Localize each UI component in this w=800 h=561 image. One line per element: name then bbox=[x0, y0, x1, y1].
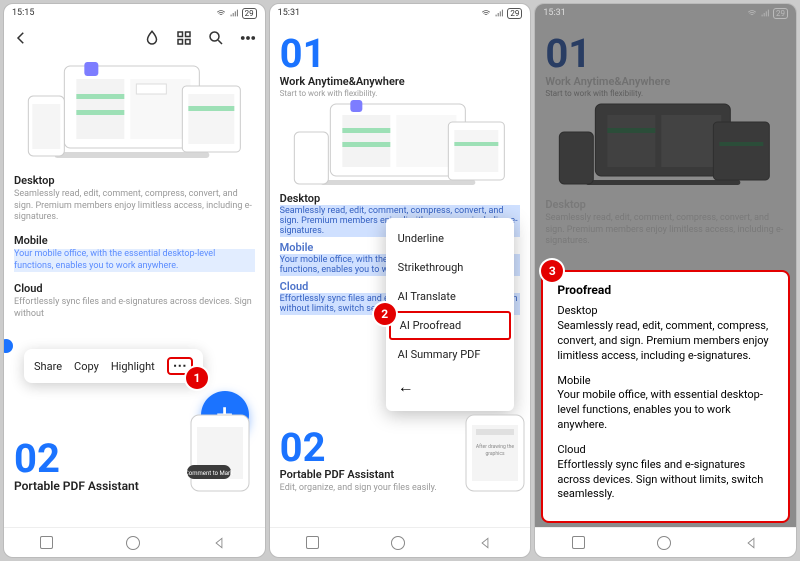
droplet-icon[interactable] bbox=[143, 29, 161, 47]
back-icon[interactable] bbox=[12, 29, 30, 47]
menu-ai-proofread[interactable]: AI Proofread bbox=[389, 311, 511, 340]
svg-text:After drawing the: After drawing the bbox=[476, 443, 515, 450]
search-icon[interactable] bbox=[207, 29, 225, 47]
nav-back[interactable] bbox=[212, 535, 228, 551]
cloud-para: Effortlessly sync files and e-signatures… bbox=[14, 297, 255, 320]
hero-devices-illustration bbox=[280, 98, 521, 188]
sheet-title: Proofread bbox=[557, 282, 774, 298]
menu-underline[interactable]: Underline bbox=[386, 224, 514, 253]
proofread-sheet[interactable]: Proofread Desktop Seamlessly read, edit,… bbox=[541, 270, 790, 523]
wifi-icon bbox=[216, 8, 226, 18]
ctx-highlight[interactable]: Highlight bbox=[111, 360, 155, 373]
status-time: 15:31 bbox=[278, 8, 300, 18]
desktop-heading: Desktop bbox=[280, 192, 521, 205]
cloud-heading: Cloud bbox=[14, 282, 255, 295]
svg-text:Comment to Mark: Comment to Mark bbox=[185, 470, 234, 477]
signal-icon bbox=[229, 8, 239, 18]
hero-devices-illustration bbox=[14, 54, 255, 164]
desktop-heading: Desktop bbox=[14, 174, 255, 187]
grid-icon[interactable] bbox=[175, 29, 193, 47]
nav-home[interactable] bbox=[126, 536, 140, 550]
status-bar: 15:31 29 bbox=[535, 4, 796, 22]
nav-home[interactable] bbox=[391, 536, 405, 550]
sheet-desktop-h: Desktop bbox=[557, 304, 774, 319]
section-01-title: Work Anytime&Anywhere bbox=[280, 75, 521, 88]
sheet-cloud-p: Effortlessly sync files and e-signatures… bbox=[557, 458, 763, 501]
phone-mock-illustration: Comment to Mark bbox=[185, 413, 255, 493]
menu-strikethrough[interactable]: Strikethrough bbox=[386, 253, 514, 282]
selection-handle-start[interactable] bbox=[4, 339, 13, 353]
status-time: 15:15 bbox=[12, 8, 34, 18]
android-navbar bbox=[535, 527, 796, 557]
android-navbar bbox=[270, 527, 531, 557]
sheet-desktop-p: Seamlessly read, edit, comment, compress… bbox=[557, 319, 768, 362]
battery-icon: 29 bbox=[507, 8, 522, 19]
menu-back-arrow[interactable]: ← bbox=[386, 369, 514, 405]
document-content[interactable]: Desktop Seamlessly read, edit, comment, … bbox=[4, 54, 265, 527]
section-01-sub: Start to work with flexibility. bbox=[280, 89, 521, 98]
phone-1: 15:15 29 bbox=[3, 3, 266, 558]
nav-back[interactable] bbox=[478, 535, 494, 551]
menu-ai-translate[interactable]: AI Translate bbox=[386, 282, 514, 311]
wifi-icon bbox=[747, 8, 757, 18]
section-01-header: 01 Work Anytime&Anywhere Start to work w… bbox=[280, 34, 521, 98]
status-time: 15:31 bbox=[543, 8, 565, 18]
section-01-num: 01 bbox=[280, 34, 521, 74]
sheet-mobile-p: Your mobile office, with essential deskt… bbox=[557, 388, 763, 431]
sheet-mobile-h: Mobile bbox=[557, 374, 774, 389]
status-bar: 15:15 29 bbox=[4, 4, 265, 22]
context-menu: Share Copy Highlight ⋯ bbox=[24, 349, 203, 383]
battery-icon: 29 bbox=[773, 8, 788, 19]
nav-recent[interactable] bbox=[306, 536, 319, 549]
toolbar bbox=[4, 22, 265, 54]
section-02: 02 Portable PDF Assistant Comment to Mar… bbox=[14, 433, 255, 493]
nav-recent[interactable] bbox=[40, 536, 53, 549]
ctx-share[interactable]: Share bbox=[34, 360, 62, 373]
document-content[interactable]: 01 Work Anytime&Anywhere Start to work w… bbox=[270, 22, 531, 527]
step-badge-2: 2 bbox=[374, 303, 396, 325]
phone-3: 15:31 29 01 Work Anytime&Anywhere Start … bbox=[534, 3, 797, 558]
text-action-menu: Underline Strikethrough AI Translate AI … bbox=[386, 218, 514, 411]
signal-icon bbox=[760, 8, 770, 18]
sheet-cloud-h: Cloud bbox=[557, 443, 774, 458]
svg-text:graphics: graphics bbox=[486, 451, 506, 457]
desktop-para: Seamlessly read, edit, comment, compress… bbox=[14, 189, 255, 224]
phone-2: 15:31 29 01 Work Anytime&Anywhere Start … bbox=[269, 3, 532, 558]
signal-icon bbox=[494, 8, 504, 18]
status-right: 29 bbox=[216, 8, 257, 19]
menu-ai-summary[interactable]: AI Summary PDF bbox=[386, 340, 514, 369]
phone-mock-illustration: After drawing thegraphics bbox=[460, 413, 530, 493]
more-icon[interactable] bbox=[239, 29, 257, 47]
mobile-heading: Mobile bbox=[14, 234, 255, 247]
section-02: 02 Portable PDF Assistant Edit, organize… bbox=[280, 422, 521, 493]
wifi-icon bbox=[481, 8, 491, 18]
nav-home[interactable] bbox=[657, 536, 671, 550]
nav-recent[interactable] bbox=[572, 536, 585, 549]
nav-back[interactable] bbox=[744, 535, 760, 551]
battery-icon: 29 bbox=[242, 8, 257, 19]
mobile-para-selected[interactable]: Your mobile office, with the essential d… bbox=[14, 249, 255, 272]
android-navbar bbox=[4, 527, 265, 557]
step-badge-1: 1 bbox=[186, 367, 208, 389]
ctx-copy[interactable]: Copy bbox=[74, 360, 99, 373]
status-bar: 15:31 29 bbox=[270, 4, 531, 22]
